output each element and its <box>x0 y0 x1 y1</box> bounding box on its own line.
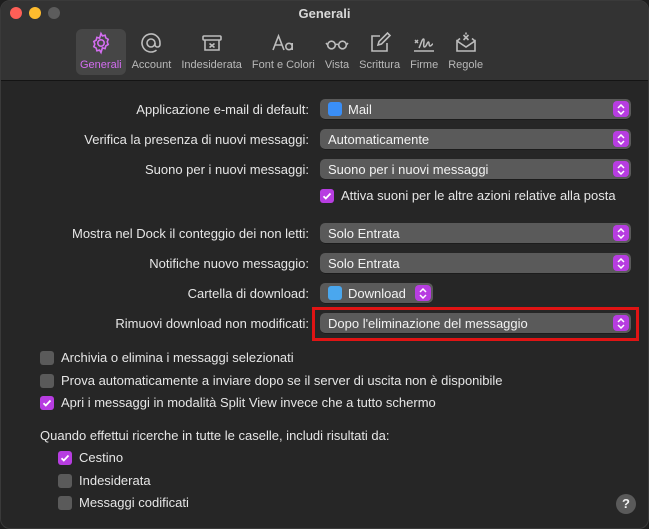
tab-account[interactable]: Account <box>128 29 176 75</box>
popup-value: Download <box>348 285 406 301</box>
tab-label: Scrittura <box>359 59 401 71</box>
glasses-icon <box>325 40 349 50</box>
split-view-checkbox[interactable] <box>40 395 54 410</box>
dock-count-label: Mostra nel Dock il conteggio dei non let… <box>71 226 309 241</box>
new-mail-sound-popup[interactable]: Suono per i nuovi messaggi <box>320 159 631 179</box>
checkmark-icon <box>42 399 52 407</box>
font-icon <box>272 33 294 51</box>
other-sounds-checkbox-row[interactable]: Attiva suoni per le altre azioni relativ… <box>320 188 616 203</box>
split-view-checkbox-row[interactable]: Apri i messaggi in modalità Split View i… <box>40 395 436 410</box>
other-sounds-checkbox[interactable] <box>320 188 334 203</box>
annotation-highlight-box <box>312 307 639 341</box>
tab-label: Generali <box>80 59 122 71</box>
chevron-updown-icon <box>613 225 629 241</box>
default-app-popup[interactable]: Mail <box>320 99 631 119</box>
checkbox-label: Attiva suoni per le altre azioni relativ… <box>341 188 616 203</box>
gear-icon <box>92 31 109 55</box>
check-mail-label: Verifica la presenza di nuovi messaggi: <box>84 132 309 147</box>
download-folder-popup[interactable]: Download <box>320 283 433 303</box>
dock-count-popup[interactable]: Solo Entrata <box>320 223 631 243</box>
new-mail-sound-label: Suono per i nuovi messaggi: <box>144 162 309 177</box>
tab-font-colori[interactable]: Font e Colori <box>248 29 319 75</box>
tab-label: Indesiderata <box>181 59 242 71</box>
tab-label: Firme <box>410 59 439 71</box>
search-include-encrypted-row[interactable]: Messaggi codificati <box>58 495 189 510</box>
checkbox-label: Cestino <box>79 450 124 465</box>
tab-vista[interactable]: Vista <box>321 29 353 75</box>
mail-app-icon <box>328 102 342 116</box>
notifications-popup[interactable]: Solo Entrata <box>320 253 631 273</box>
chevron-updown-icon <box>613 101 629 117</box>
popup-value: Automaticamente <box>328 131 430 147</box>
popup-value: Solo Entrata <box>328 255 400 271</box>
signature-icon <box>414 38 435 52</box>
at-icon <box>141 33 162 53</box>
tab-label: Vista <box>324 59 350 71</box>
search-include-junk-row[interactable]: Indesiderata <box>58 473 151 488</box>
tab-label: Font e Colori <box>251 59 315 71</box>
junk-tray-icon <box>201 35 222 51</box>
tab-scrittura[interactable]: Scrittura <box>355 29 404 75</box>
checkbox-label: Prova automaticamente a inviare dopo se … <box>61 373 503 388</box>
chevron-updown-icon <box>613 131 629 147</box>
search-include-trash-row[interactable]: Cestino <box>58 450 123 465</box>
chevron-updown-icon <box>415 285 431 301</box>
notifications-label: Notifiche nuovo messaggio: <box>149 256 309 271</box>
window-title: Generali <box>298 6 351 21</box>
retry-send-checkbox[interactable] <box>40 373 54 388</box>
remove-downloads-label: Rimuovi download non modificati: <box>115 316 309 331</box>
folder-icon <box>328 286 342 300</box>
archive-checkbox[interactable] <box>40 350 54 365</box>
rules-envelope-icon <box>455 32 476 52</box>
title-bar: Generali Generali Account Indesiderata F… <box>1 1 648 81</box>
mail-preferences-window: Generali Generali Account Indesiderata F… <box>0 0 649 529</box>
popup-value: Mail <box>348 101 372 117</box>
compose-icon <box>370 31 391 52</box>
search-include-encrypted-checkbox[interactable] <box>58 495 72 510</box>
default-app-label: Applicazione e-mail di default: <box>136 102 309 117</box>
chevron-updown-icon <box>613 161 629 177</box>
search-section-heading: Quando effettui ricerche in tutte le cas… <box>40 428 390 443</box>
search-include-trash-checkbox[interactable] <box>58 450 72 465</box>
tab-label: Regole <box>448 59 484 71</box>
chevron-updown-icon <box>613 255 629 271</box>
tab-indesiderata[interactable]: Indesiderata <box>177 29 246 75</box>
archive-checkbox-row[interactable]: Archivia o elimina i messaggi selezionat… <box>40 350 294 365</box>
tab-regole[interactable]: Regole <box>444 29 487 75</box>
popup-value: Solo Entrata <box>328 225 400 241</box>
checkbox-label: Indesiderata <box>79 473 151 488</box>
download-folder-label: Cartella di download: <box>187 286 309 301</box>
search-include-junk-checkbox[interactable] <box>58 473 72 488</box>
tab-generali[interactable]: Generali <box>76 29 126 75</box>
tab-firme[interactable]: Firme <box>406 29 442 75</box>
popup-value: Suono per i nuovi messaggi <box>328 161 489 177</box>
checkmark-icon <box>322 192 332 200</box>
preferences-toolbar: Generali Account Indesiderata Font e Col… <box>76 29 489 75</box>
checkbox-label: Messaggi codificati <box>79 495 189 510</box>
check-mail-popup[interactable]: Automaticamente <box>320 129 631 149</box>
tab-label: Account <box>131 59 172 71</box>
help-button[interactable]: ? <box>616 494 636 514</box>
checkbox-label: Apri i messaggi in modalità Split View i… <box>61 395 436 410</box>
checkbox-label: Archivia o elimina i messaggi selezionat… <box>61 350 294 365</box>
retry-send-checkbox-row[interactable]: Prova automaticamente a inviare dopo se … <box>40 373 503 388</box>
checkmark-icon <box>60 454 70 462</box>
